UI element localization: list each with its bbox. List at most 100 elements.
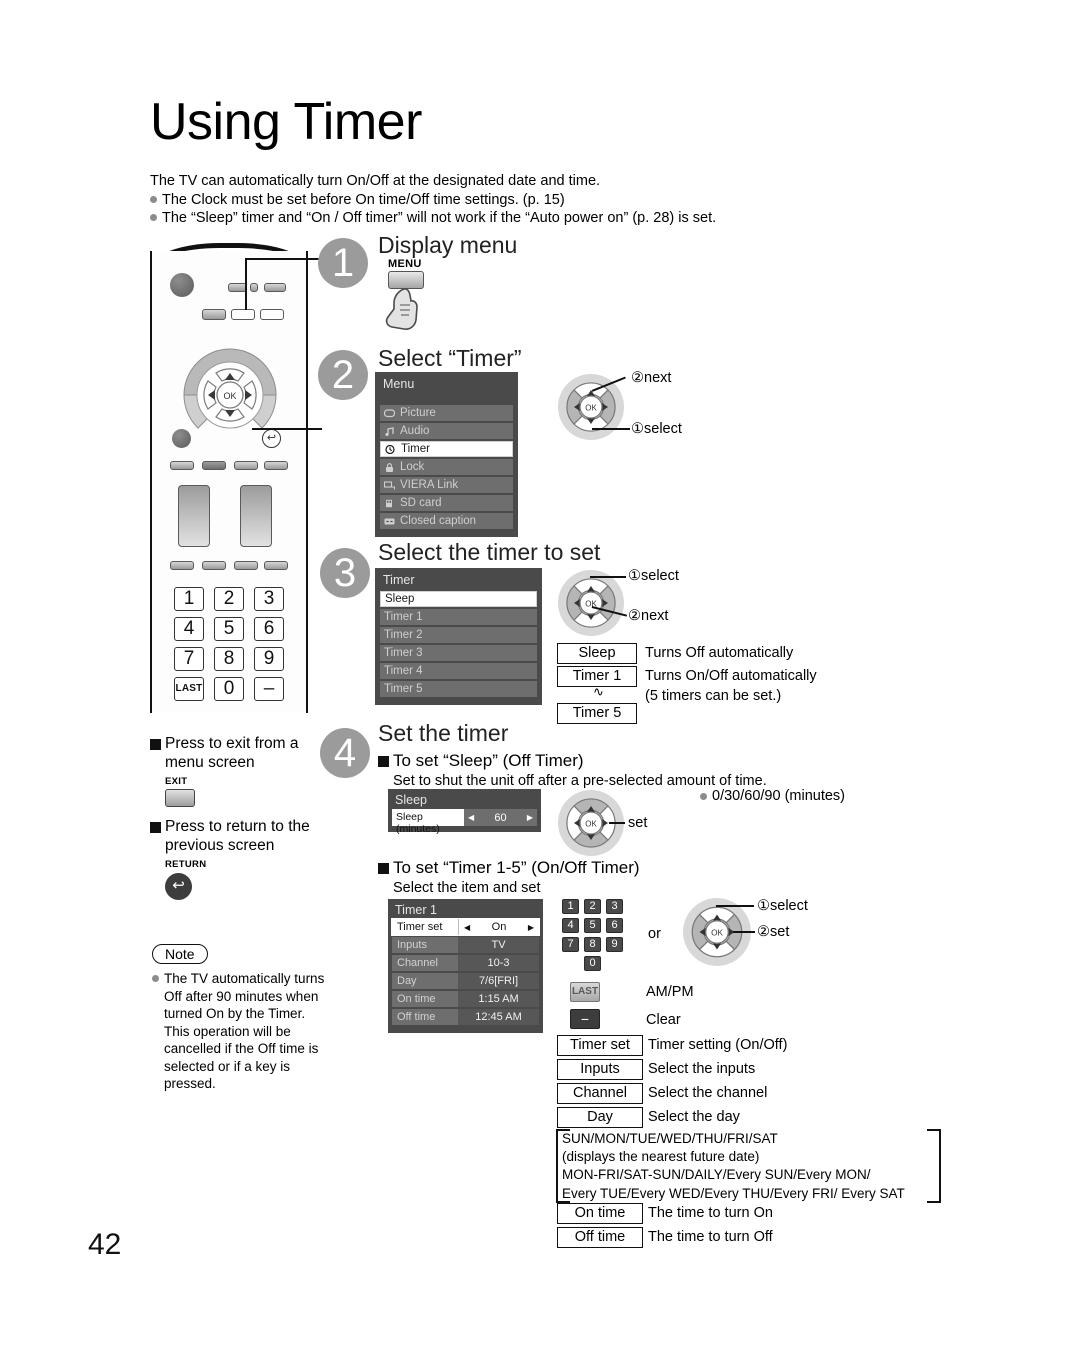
intro-bullet-1: The Clock must be set before On time/Off… xyxy=(150,191,790,210)
exit-key-cap xyxy=(165,788,195,807)
lock-icon xyxy=(384,462,395,472)
timer-row-value: 1:15 AM xyxy=(458,991,539,1007)
remote-button xyxy=(234,561,258,570)
keypad-key-2[interactable]: 2 xyxy=(584,899,601,914)
remote-key-4: 4 xyxy=(174,617,204,641)
desc-text-inputs: Select the inputs xyxy=(648,1061,756,1077)
dpad-step-3: OK xyxy=(556,568,626,638)
day-option-line-3: MON-FRI/SAT-SUN/DAILY/Every SUN/Every MO… xyxy=(562,1167,871,1183)
sleep-section-heading: To set “Sleep” (Off Timer) xyxy=(393,751,584,770)
remote-key-1: 1 xyxy=(174,587,204,611)
timer-row-off-time[interactable]: Off time 12:45 AM xyxy=(392,1009,539,1025)
minus-key-description: Clear xyxy=(646,1012,681,1028)
bullet-dot-icon xyxy=(152,975,159,982)
keypad-key-7[interactable]: 7 xyxy=(562,937,579,952)
timer-list-item-timer-3[interactable]: Timer 3 xyxy=(380,645,537,661)
step-2-number: 2 xyxy=(318,350,368,400)
remote-return-icon: ↩ xyxy=(262,429,281,448)
keypad-key-4[interactable]: 4 xyxy=(562,918,579,933)
keypad-key-0[interactable]: 0 xyxy=(584,956,601,971)
remote-key-6: 6 xyxy=(254,617,284,641)
timer-list-label: Sleep xyxy=(385,593,415,605)
timer-list-item-timer-1[interactable]: Timer 1 xyxy=(380,609,537,625)
right-arrow-icon[interactable]: ▶ xyxy=(528,923,534,932)
timer-section-heading-row: To set “Timer 1-5” (On/Off Timer) xyxy=(378,858,640,878)
timer-list-item-sleep[interactable]: Sleep xyxy=(380,591,537,607)
exit-instruction-block: Press to exit from a menu screen EXIT xyxy=(150,735,325,807)
desc-key-timer-set: Timer set xyxy=(557,1035,643,1056)
intro-bullet-2: The “Sleep” timer and “On / Off timer” w… xyxy=(150,209,790,228)
desc-text-day: Select the day xyxy=(648,1109,740,1125)
sleep-options-note: 0/30/60/90 (minutes) xyxy=(712,788,845,804)
keypad-key-last[interactable]: LAST xyxy=(570,982,600,1002)
timer-list-item-timer-5[interactable]: Timer 5 xyxy=(380,681,537,697)
keypad-key-1[interactable]: 1 xyxy=(562,899,579,914)
timer-row-inputs[interactable]: Inputs TV xyxy=(392,937,539,953)
timer-row-value-wrap[interactable]: ◀ On ▶ xyxy=(458,919,539,935)
day-options-list: SUN/MON/TUE/WED/THU/FRI/SAT (displays th… xyxy=(562,1130,930,1203)
return-key-label: RETURN xyxy=(165,859,207,871)
legend-desc-sleep: Turns Off automatically xyxy=(645,645,794,661)
leader-dpad3-select xyxy=(590,576,626,578)
timer-list-label: Timer 1 xyxy=(384,611,423,623)
remote-side-button xyxy=(172,429,191,448)
menu-item-lock[interactable]: Lock xyxy=(380,459,513,475)
last-key-description: AM/PM xyxy=(646,984,694,1000)
timer-row-day[interactable]: Day 7/6[FRI] xyxy=(392,973,539,989)
menu-item-closed-caption[interactable]: Closed caption xyxy=(380,513,513,529)
left-arrow-icon[interactable]: ◀ xyxy=(464,923,470,932)
keypad-key-5[interactable]: 5 xyxy=(584,918,601,933)
remote-volume-rocker xyxy=(178,485,210,547)
timer-row-timer-set[interactable]: Timer set ◀ On ▶ xyxy=(391,918,540,936)
desc-text-channel: Select the channel xyxy=(648,1085,768,1101)
sleep-minutes-value-wrap[interactable]: ◀ 60 ▶ xyxy=(464,809,537,826)
menu-item-timer[interactable]: Timer xyxy=(380,441,513,457)
timer-list-item-timer-4[interactable]: Timer 4 xyxy=(380,663,537,679)
timer-row-value: 7/6[FRI] xyxy=(458,973,539,989)
right-arrow-icon[interactable]: ▶ xyxy=(527,813,533,822)
keypad-key-6[interactable]: 6 xyxy=(606,918,623,933)
menu-item-viera-link[interactable]: VIERA Link xyxy=(380,477,513,493)
timer-row-channel[interactable]: Channel 10-3 xyxy=(392,955,539,971)
timer-list-label: Timer 3 xyxy=(384,647,423,659)
day-option-line-2: (displays the nearest future date) xyxy=(562,1149,760,1165)
sleep-minutes-value: 60 xyxy=(494,811,507,824)
desc-key-day: Day xyxy=(557,1107,643,1128)
timer-row-label: Timer set xyxy=(392,919,458,935)
keypad-key-3[interactable]: 3 xyxy=(606,899,623,914)
remote-channel-rocker xyxy=(240,485,272,547)
menu-item-audio[interactable]: Audio xyxy=(380,423,513,439)
sleep-minutes-row[interactable]: Sleep (minutes) ◀ 60 ▶ xyxy=(392,809,537,835)
pointing-hand-icon xyxy=(385,288,418,330)
timer-dpad-set-label: ②set xyxy=(757,924,790,940)
keypad-key-8[interactable]: 8 xyxy=(584,937,601,952)
remote-button xyxy=(202,561,226,570)
return-instruction-block: Press to return to the previous screen R… xyxy=(150,818,325,900)
timer-section-subtext: Select the item and set xyxy=(393,880,541,896)
remote-button xyxy=(234,461,258,470)
timer-list-item-timer-2[interactable]: Timer 2 xyxy=(380,627,537,643)
keypad-key-minus[interactable]: − xyxy=(570,1009,600,1029)
desc-key-off-time: Off time xyxy=(557,1227,643,1248)
day-option-line-1: SUN/MON/TUE/WED/THU/FRI/SAT xyxy=(562,1131,778,1146)
menu-item-picture[interactable]: Picture xyxy=(380,405,513,421)
menu-key-label: MENU xyxy=(388,258,422,270)
osd-timer-1-title: Timer 1 xyxy=(395,903,437,917)
timer-row-value: 10-3 xyxy=(458,955,539,971)
sd-card-icon xyxy=(384,499,395,508)
menu-key-illustration: MENU xyxy=(385,258,432,336)
timer-row-label: On time xyxy=(392,991,458,1007)
dpad-step-3-select-label: ①select xyxy=(628,568,679,584)
remote-key-9: 9 xyxy=(254,647,284,671)
left-arrow-icon[interactable]: ◀ xyxy=(468,813,474,822)
remote-key-8: 8 xyxy=(214,647,244,671)
sleep-options-note-row: 0/30/60/90 (minutes) xyxy=(700,788,845,804)
intro-bullet-1-text: The Clock must be set before On time/Off… xyxy=(162,191,565,208)
keypad-key-9[interactable]: 9 xyxy=(606,937,623,952)
leader-line-menu xyxy=(245,258,321,260)
page-number: 42 xyxy=(88,1228,122,1261)
desc-text-timer-set: Timer setting (On/Off) xyxy=(648,1037,788,1053)
timer-row-on-time[interactable]: On time 1:15 AM xyxy=(392,991,539,1007)
square-bullet-icon xyxy=(378,756,389,767)
menu-item-sd-card[interactable]: SD card xyxy=(380,495,513,511)
